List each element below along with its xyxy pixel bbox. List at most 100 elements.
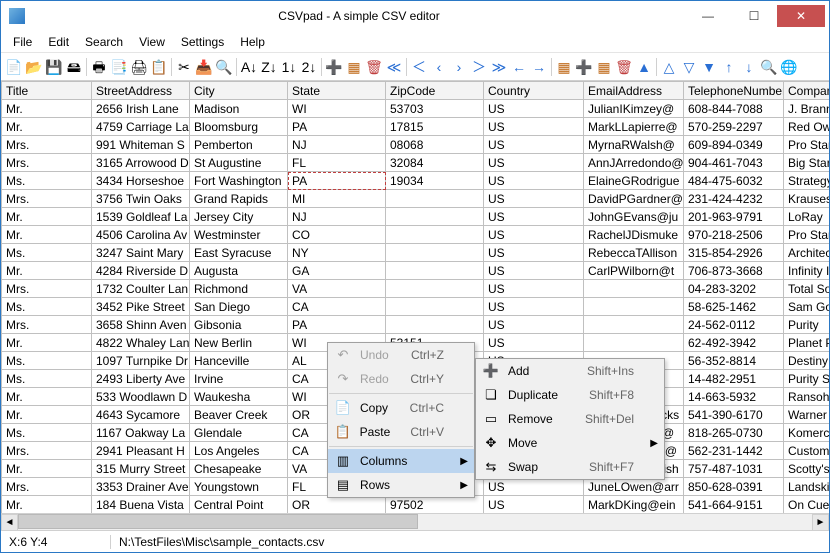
cell[interactable]: NY — [288, 244, 386, 262]
cell[interactable]: CA — [288, 298, 386, 316]
cell[interactable]: Beaver Creek — [190, 406, 288, 424]
cell[interactable]: 2656 Irish Lane — [92, 100, 190, 118]
scroll-left-button[interactable]: ◄ — [1, 514, 18, 531]
table-row[interactable]: Mr.4506 Carolina AvWestminsterCOUSRachel… — [2, 226, 830, 244]
menu-search[interactable]: Search — [77, 33, 131, 51]
menu-item-remove[interactable]: ▭RemoveShift+Del — [476, 407, 664, 431]
cell[interactable]: 231-424-4232 — [684, 190, 784, 208]
cell[interactable]: Mr. — [2, 100, 92, 118]
toolbar-button-7[interactable]: 📋 — [150, 58, 168, 76]
cell[interactable]: Infinity In — [784, 262, 830, 280]
cell[interactable]: Fort Washington — [190, 172, 288, 190]
table-row[interactable]: Mrs.991 Whiteman SPembertonNJ08068USMyrn… — [2, 136, 830, 154]
cell[interactable]: GA — [288, 262, 386, 280]
cell[interactable]: On Cue — [784, 496, 830, 514]
context-menu[interactable]: ↶UndoCtrl+Z↷RedoCtrl+Y📄CopyCtrl+C📋PasteC… — [327, 342, 475, 498]
cell[interactable]: Central Point — [190, 496, 288, 514]
cell[interactable]: 315-854-2926 — [684, 244, 784, 262]
toolbar-button-21[interactable]: › — [450, 58, 468, 76]
menu-item-duplicate[interactable]: ❏DuplicateShift+F8 — [476, 383, 664, 407]
toolbar-button-33[interactable]: ▼ — [700, 58, 718, 76]
cell[interactable]: 2941 Pleasant H — [92, 442, 190, 460]
cell[interactable] — [584, 316, 684, 334]
cell[interactable]: Hanceville — [190, 352, 288, 370]
cell[interactable]: Mrs. — [2, 136, 92, 154]
cell[interactable]: Madison — [190, 100, 288, 118]
cell[interactable]: Architect — [784, 244, 830, 262]
menu-item-paste[interactable]: 📋PasteCtrl+V — [328, 420, 474, 444]
cell[interactable]: 562-231-1442 — [684, 442, 784, 460]
cell[interactable]: 1732 Coulter Lan — [92, 280, 190, 298]
toolbar-button-30[interactable]: ▲ — [635, 58, 653, 76]
toolbar-button-32[interactable]: ▽ — [680, 58, 698, 76]
cell[interactable]: Purity Su — [784, 370, 830, 388]
cell[interactable] — [386, 298, 484, 316]
cell[interactable] — [386, 208, 484, 226]
cell[interactable]: JulianIKimzey@ — [584, 100, 684, 118]
table-row[interactable]: Mrs.3658 Shinn AvenGibsoniaPAUS24-562-01… — [2, 316, 830, 334]
cell[interactable]: Mr. — [2, 406, 92, 424]
cell[interactable]: Planet Pr — [784, 334, 830, 352]
cell[interactable]: 4643 Sycamore — [92, 406, 190, 424]
cell[interactable]: Mrs. — [2, 478, 92, 496]
cell[interactable]: US — [484, 478, 584, 496]
cell[interactable]: Waukesha — [190, 388, 288, 406]
cell[interactable]: Sam Goo — [784, 298, 830, 316]
cell[interactable]: 4284 Riverside D — [92, 262, 190, 280]
cell[interactable]: US — [484, 100, 584, 118]
cell[interactable]: New Berlin — [190, 334, 288, 352]
table-row[interactable]: Mr.4759 Carriage LaBloomsburgPA17815USMa… — [2, 118, 830, 136]
cell[interactable]: Mrs. — [2, 442, 92, 460]
cell[interactable]: Mr. — [2, 208, 92, 226]
cell[interactable]: Total Sou — [784, 280, 830, 298]
table-row[interactable]: Mr.1539 Goldleaf LaJersey CityNJUSJohnGE… — [2, 208, 830, 226]
toolbar-button-0[interactable]: 📄 — [5, 58, 23, 76]
toolbar-button-36[interactable]: 🔍 — [760, 58, 778, 76]
cell[interactable]: 14-482-2951 — [684, 370, 784, 388]
toolbar-button-18[interactable]: ≪ — [385, 58, 403, 76]
cell[interactable]: Ms. — [2, 298, 92, 316]
cell[interactable]: Warner E — [784, 406, 830, 424]
toolbar-button-1[interactable]: 📂 — [25, 58, 43, 76]
minimize-button[interactable]: — — [685, 5, 731, 27]
cell[interactable]: Chesapeake — [190, 460, 288, 478]
cell[interactable]: 570-259-2297 — [684, 118, 784, 136]
toolbar-button-37[interactable]: 🌐 — [780, 58, 798, 76]
toolbar-button-23[interactable]: ≫ — [490, 58, 508, 76]
cell[interactable]: 2493 Liberty Ave — [92, 370, 190, 388]
cell[interactable]: 201-963-9791 — [684, 208, 784, 226]
cell[interactable]: PA — [288, 316, 386, 334]
cell[interactable]: CarlPWilborn@t — [584, 262, 684, 280]
toolbar-button-34[interactable]: ↑ — [720, 58, 738, 76]
cell[interactable]: Mr. — [2, 496, 92, 514]
cell[interactable]: Richmond — [190, 280, 288, 298]
cell[interactable]: US — [484, 244, 584, 262]
cell[interactable]: Destiny In — [784, 352, 830, 370]
toolbar-button-27[interactable]: ➕ — [575, 58, 593, 76]
column-header-emailaddress[interactable]: EmailAddress — [584, 82, 684, 100]
toolbar-button-12[interactable]: Z↓ — [260, 58, 278, 76]
cell[interactable]: Krauses — [784, 190, 830, 208]
cell[interactable]: LoRay — [784, 208, 830, 226]
cell[interactable]: US — [484, 136, 584, 154]
cell[interactable]: Big Star — [784, 154, 830, 172]
cell[interactable]: 56-352-8814 — [684, 352, 784, 370]
toolbar-button-14[interactable]: 2↓ — [300, 58, 318, 76]
cell[interactable]: RachelJDismuke — [584, 226, 684, 244]
cell[interactable]: Ms. — [2, 244, 92, 262]
cell[interactable]: Los Angeles — [190, 442, 288, 460]
cell[interactable]: JohnGEvans@ju — [584, 208, 684, 226]
cell[interactable]: St Augustine — [190, 154, 288, 172]
cell[interactable] — [386, 262, 484, 280]
cell[interactable] — [386, 226, 484, 244]
cell[interactable]: 757-487-1031 — [684, 460, 784, 478]
toolbar-button-28[interactable]: ▦ — [595, 58, 613, 76]
cell[interactable]: Youngstown — [190, 478, 288, 496]
cell[interactable]: Ms. — [2, 424, 92, 442]
toolbar-button-3[interactable]: 🖴 — [65, 58, 83, 76]
column-header-telephonenumber[interactable]: TelephoneNumber — [684, 82, 784, 100]
cell[interactable]: 3658 Shinn Aven — [92, 316, 190, 334]
cell[interactable]: Irvine — [190, 370, 288, 388]
toolbar-button-29[interactable]: 🗑 — [615, 58, 633, 76]
cell[interactable]: 541-664-9151 — [684, 496, 784, 514]
